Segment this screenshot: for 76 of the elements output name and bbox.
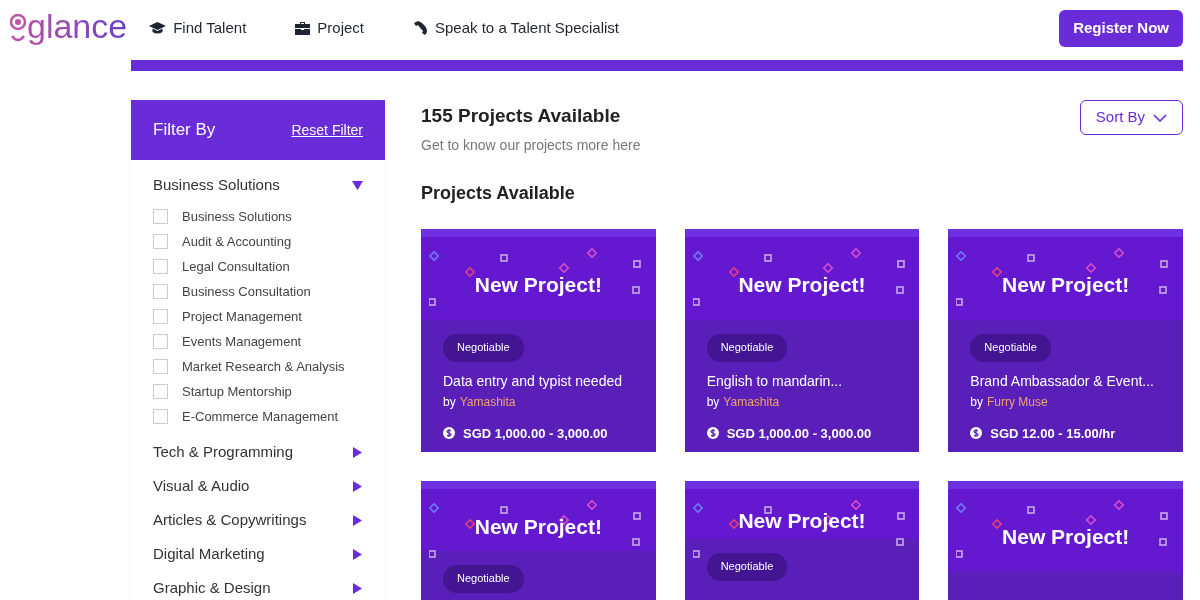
negotiable-badge: Negotiable: [970, 333, 1051, 362]
checkbox[interactable]: [153, 259, 168, 274]
banner-title: New Project!: [1002, 524, 1130, 551]
category-label[interactable]: Tech & Programming: [153, 440, 294, 464]
by-label: by: [443, 393, 456, 411]
category-label[interactable]: Business Solutions: [153, 173, 280, 197]
checkbox-label[interactable]: Audit & Accounting: [182, 231, 292, 252]
graduation-cap-icon: [149, 21, 167, 35]
checkbox-label[interactable]: E-Commerce Management: [182, 406, 339, 427]
category-label[interactable]: Articles & Copywritings: [153, 508, 307, 532]
dollar-icon: [970, 427, 983, 440]
subheading: Get to know our projects more here: [421, 135, 641, 155]
category-label[interactable]: Graphic & Design: [153, 576, 271, 600]
checkbox[interactable]: [153, 359, 168, 374]
filter-title: Filter By: [153, 119, 216, 142]
projects-count-heading: 155 Projects Available: [421, 104, 622, 128]
nav-link[interactable]: Find Talent: [149, 16, 247, 40]
project-card[interactable]: New Project! Negotiable English to mandarin... by Yamashita SGD 1,000.00 - 3,000.00: [684, 228, 920, 452]
nav-link[interactable]: Speak to a Talent Specialist: [414, 16, 619, 40]
banner-title: New Project!: [474, 513, 602, 540]
checkbox-label[interactable]: Project Management: [182, 306, 302, 327]
project-card[interactable]: New Project! Negotiable: [684, 480, 920, 600]
caret-right-icon[interactable]: [352, 446, 363, 458]
banner-title: New Project!: [474, 272, 602, 299]
checkbox-label[interactable]: Business Solutions: [182, 206, 292, 227]
checkbox[interactable]: [153, 284, 168, 299]
caret-right-icon[interactable]: [352, 548, 363, 560]
by-label: by: [706, 393, 720, 411]
chevron-down-icon: [1153, 113, 1167, 122]
author-link[interactable]: Yamashita: [723, 392, 780, 411]
phone-icon: [414, 21, 428, 35]
reset-filter-link[interactable]: Reset Filter: [291, 119, 363, 141]
checkbox[interactable]: [153, 334, 168, 349]
banner-title: New Project!: [738, 507, 866, 534]
category-label[interactable]: Digital Marketing: [153, 542, 265, 566]
banner-title: New Project!: [1002, 272, 1130, 299]
price-range: SGD 1,000.00 - 3,000.00: [726, 424, 872, 443]
price-range: SGD 12.00 - 15.00/hr: [990, 424, 1116, 443]
project-card[interactable]: New Project! Negotiable: [421, 480, 656, 600]
price-range: SGD 1,000.00 - 3,000.00: [463, 424, 608, 443]
checkbox[interactable]: [153, 384, 168, 399]
sort-button[interactable]: Sort By: [1079, 100, 1183, 135]
checkbox[interactable]: [153, 209, 168, 224]
dollar-icon: [443, 427, 455, 440]
caret-right-icon[interactable]: [352, 480, 363, 492]
category-label[interactable]: Visual & Audio: [153, 474, 250, 498]
project-card[interactable]: New Project! Negotiable Data entry and typist needed by Yamashita SGD 1,000.00 - 3,000.00: [421, 228, 656, 452]
caret-right-icon[interactable]: [352, 582, 363, 594]
project-title[interactable]: Brand Ambassador & Event...: [970, 370, 1161, 392]
section-title: Projects Available: [421, 181, 576, 205]
negotiable-badge: Negotiable: [443, 333, 524, 362]
negotiable-badge: Negotiable: [706, 552, 788, 581]
banner-title: New Project!: [738, 272, 866, 299]
checkbox-label[interactable]: Market Research & Analysis: [182, 356, 345, 377]
by-label: by: [970, 393, 983, 411]
caret-right-icon[interactable]: [352, 514, 363, 526]
dollar-icon: [706, 427, 719, 440]
author-link[interactable]: Furry Muse: [987, 392, 1048, 411]
negotiable-badge: Negotiable: [443, 564, 524, 593]
checkbox[interactable]: [153, 409, 168, 424]
checkbox-label[interactable]: Events Management: [182, 331, 302, 352]
caret-down-icon[interactable]: [352, 179, 363, 191]
project-card[interactable]: New Project! Negotiable Brand Ambassador & Event... by Furry Muse SGD 12.00 - 15.00/hr: [948, 228, 1183, 452]
briefcase-icon: [295, 21, 311, 35]
checkbox-label[interactable]: Business Consultation: [182, 281, 311, 302]
project-title[interactable]: English to mandarin...: [706, 370, 898, 392]
negotiable-badge: Negotiable: [706, 333, 788, 362]
project-title[interactable]: Data entry and typist needed: [443, 370, 634, 392]
project-card[interactable]: New Project!: [948, 480, 1183, 600]
checkbox[interactable]: [153, 234, 168, 249]
nav-link[interactable]: Project: [295, 16, 364, 40]
register-button[interactable]: Register Now: [1059, 9, 1183, 47]
checkbox-label[interactable]: Legal Consultation: [182, 256, 290, 277]
checkbox[interactable]: [153, 309, 168, 324]
checkbox-label[interactable]: Startup Mentorship: [182, 381, 292, 402]
author-link[interactable]: Yamashita: [459, 392, 516, 411]
